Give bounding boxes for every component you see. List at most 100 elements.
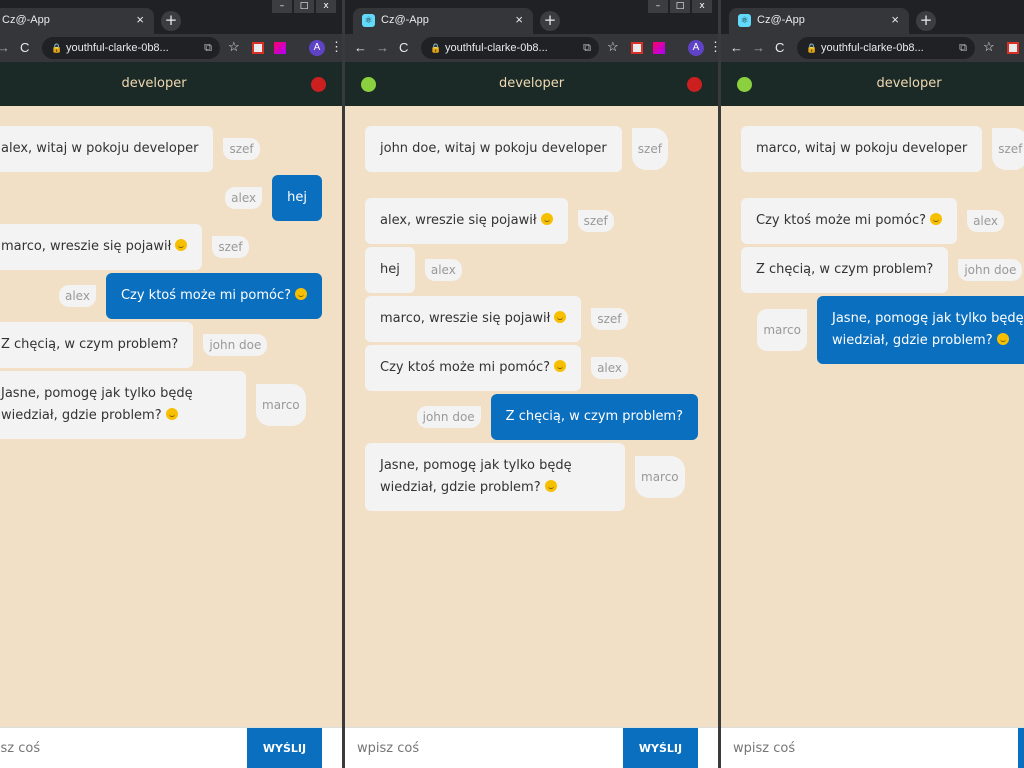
bookmark-star-icon[interactable]: ☆ [607,39,619,55]
forward-arrow-icon[interactable]: → [376,40,389,55]
chat-header: developer [721,62,1024,106]
message-text: hej [287,190,307,205]
address-bar[interactable]: 🔒 youthful-clarke-0b8... ⧉ [797,37,975,59]
message-bubble: Jasne, pomogę jak tylko będę wiedział, g… [0,371,246,439]
extension-icon[interactable] [631,42,643,54]
bookmark-star-icon[interactable]: ☆ [228,39,240,55]
message-bubble: Z chęcią, w czym problem? [741,247,949,293]
tab-title: Cz@-App [757,14,805,26]
smile-emoji-icon [554,360,567,372]
message-row: Czy ktoś może mi pomóc? alex [365,345,698,391]
minimize-icon[interactable]: – [648,0,668,13]
window-close-icon[interactable]: x [316,0,336,13]
send-button[interactable]: WYŚLIJ [623,728,698,768]
extension-icon[interactable] [274,42,286,54]
message-row: Czy ktoś może mi pomóc? alex [741,198,1024,244]
browser-tab[interactable]: ⚛ Cz@-App × [729,8,909,34]
message-text: Jasne, pomogę jak tylko będę wiedział, g… [380,458,572,495]
browser-window-2: ⚛ Cz@-App × + – □ x ← → C 🔒 youthful-cla… [345,0,718,768]
window-gap [718,0,721,768]
message-bubble: marco, wreszie się pojawił [0,224,203,270]
tab-strip: ⚛ Cz@-App × + – □ x [0,0,342,34]
message-bubble: Z chęcią, w czym problem? [490,394,698,440]
react-favicon-icon: ⚛ [362,14,375,27]
menu-kebab-icon[interactable]: ⋮ [709,39,718,55]
message-bubble: Czy ktoś może mi pomóc? [741,198,958,244]
tab-strip: ⚛ Cz@-App × + – □ x [345,0,718,34]
close-icon[interactable]: × [515,12,523,27]
new-tab-button[interactable]: + [916,11,936,31]
desktop: ⚛ Cz@-App × + – □ x ← → C 🔒 youthful-cla… [0,0,1024,768]
browser-toolbar: ← → C 🔒 youthful-clarke-0b8... ⧉ ☆ A ⋮ [345,34,718,62]
close-icon[interactable]: × [891,12,899,27]
message-text: marco, witaj w pokoju developer [756,141,968,156]
reload-icon[interactable]: C [775,40,784,55]
lock-icon: 🔒 [806,43,818,53]
message-row: alex hej [0,175,322,221]
message-text: marco, wreszie się pojawił [380,311,551,326]
profile-avatar[interactable]: A [309,40,325,56]
message-author: alex [225,187,263,209]
message-bubble: Jasne, pomogę jak tylko będę wiedział, g… [365,443,625,511]
translate-icon[interactable]: ⧉ [204,37,212,59]
reload-icon[interactable]: C [20,40,29,55]
extension-icon[interactable] [1007,42,1019,54]
message-input[interactable] [721,728,1024,768]
menu-kebab-icon[interactable]: ⋮ [330,39,342,55]
leave-room-icon[interactable] [687,77,702,92]
new-tab-button[interactable]: + [540,11,560,31]
message-text: marco, wreszie się pojawił [1,239,172,254]
reload-icon[interactable]: C [399,40,408,55]
message-text: Czy ktoś może mi pomóc? [120,288,291,303]
forward-arrow-icon[interactable]: → [752,40,765,55]
address-bar[interactable]: 🔒 youthful-clarke-0b8... ⧉ [42,37,220,59]
window-close-icon[interactable]: x [692,0,712,13]
message-composer: WYŚLIJ [0,727,342,768]
new-tab-button[interactable]: + [161,11,181,31]
message-text: Czy ktoś może mi pomóc? [756,213,927,228]
message-bubble: marco, witaj w pokoju developer [741,126,983,172]
leave-room-icon[interactable] [311,77,326,92]
message-author: john doe [416,406,481,428]
browser-tab[interactable]: ⚛ Cz@-App × [353,8,533,34]
message-author: szef [631,128,668,170]
message-text: alex, wreszie się pojawił [380,213,537,228]
forward-arrow-icon[interactable]: → [0,40,10,55]
maximize-icon[interactable]: □ [670,0,690,13]
message-row: alex, witaj w pokoju developer szef [0,126,322,172]
back-arrow-icon[interactable]: ← [354,40,367,55]
message-bubble: alex, witaj w pokoju developer [0,126,214,172]
message-text: Z chęcią, w czym problem? [756,262,934,277]
extension-icon[interactable] [653,42,665,54]
message-row: marco, wreszie się pojawił szef [0,224,322,270]
close-icon[interactable]: × [136,12,144,27]
window-controls: – □ x [648,0,712,13]
profile-avatar[interactable]: A [688,40,704,56]
browser-window-3: ⚛ Cz@-App × + ← → C 🔒 youthful-clarke-0b… [721,0,1024,768]
message-row: Jasne, pomogę jak tylko będę wiedział, g… [0,371,322,439]
minimize-icon[interactable]: – [272,0,292,13]
message-author: szef [591,308,628,330]
message-author: marco [635,456,685,498]
bookmark-star-icon[interactable]: ☆ [983,39,995,55]
message-bubble: hej [272,175,322,221]
message-bubble: Z chęcią, w czym problem? [0,322,194,368]
room-title: developer [876,76,942,91]
message-author: alex [967,210,1005,232]
message-text: Czy ktoś może mi pomóc? [380,360,551,375]
browser-tab[interactable]: ⚛ Cz@-App × [0,8,154,34]
extension-icon[interactable] [252,42,264,54]
message-author: alex [591,357,629,379]
translate-icon[interactable]: ⧉ [959,37,967,59]
browser-toolbar: ← → C 🔒 youthful-clarke-0b8... ⧉ ☆ [721,34,1024,62]
url-text: youthful-clarke-0b8... [66,42,169,54]
message-text: Jasne, pomogę jak tylko będę wiedział, g… [1,386,193,423]
back-arrow-icon[interactable]: ← [730,40,743,55]
message-row: john doe, witaj w pokoju developer szef [365,126,698,172]
translate-icon[interactable]: ⧉ [583,37,591,59]
send-button[interactable]: WYŚLIJ [1018,728,1024,768]
send-button[interactable]: WYŚLIJ [247,728,322,768]
address-bar[interactable]: 🔒 youthful-clarke-0b8... ⧉ [421,37,599,59]
maximize-icon[interactable]: □ [294,0,314,13]
message-text: john doe, witaj w pokoju developer [380,141,607,156]
